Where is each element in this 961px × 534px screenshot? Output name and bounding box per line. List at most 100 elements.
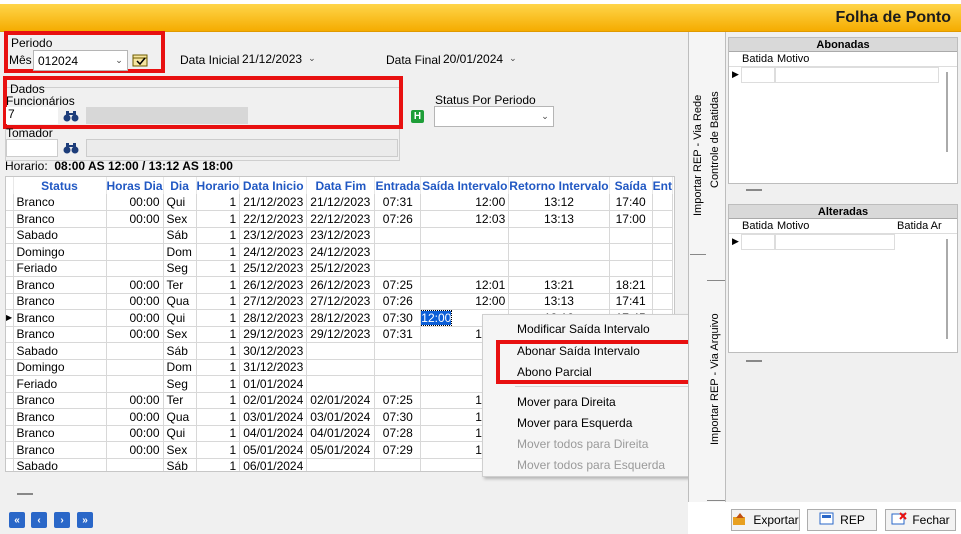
table-row[interactable]: Branco 00:00 Qui 1 21/12/2023 21/12/2023 07:31…	[6, 194, 673, 211]
grid-scroll-stub[interactable]	[17, 493, 33, 495]
cell-dia[interactable]: Qui	[163, 194, 197, 211]
cell-entrada[interactable]	[374, 458, 422, 471]
cell-status[interactable]: Feriado	[13, 260, 107, 277]
col-header-data-inicio[interactable]: Data Inicio	[239, 177, 308, 194]
cell-horas-dia[interactable]	[106, 260, 164, 277]
menu-mover-direita[interactable]: Mover para Direita	[517, 395, 616, 409]
cell-data-inicio[interactable]: 30/12/2023	[239, 342, 308, 360]
cell-data-fim[interactable]	[306, 458, 376, 471]
cell-data-inicio[interactable]: 28/12/2023	[239, 309, 308, 327]
cell-status[interactable]: Branco	[13, 326, 107, 343]
last-page-icon[interactable]: »	[77, 512, 93, 528]
col-header-saida[interactable]: Saída	[609, 177, 653, 194]
cell-ent[interactable]	[652, 293, 673, 310]
cell-horario[interactable]: 1	[196, 359, 241, 376]
cell-horas-dia[interactable]	[106, 375, 164, 393]
alteradas-new-row[interactable]: ▶	[729, 234, 957, 250]
cell-status[interactable]: Branco	[13, 276, 107, 294]
cell-status[interactable]: Branco	[13, 392, 107, 409]
alteradas-scrollbar[interactable]	[946, 239, 948, 339]
cell-dia[interactable]: Dom	[163, 359, 197, 376]
cell-entrada[interactable]: 07:28	[374, 425, 422, 442]
cell-saida-intervalo[interactable]	[420, 227, 510, 244]
cell-data-inicio[interactable]: 01/01/2024	[239, 375, 308, 393]
cell-retorno-intervalo[interactable]: 13:13	[508, 210, 610, 228]
cell-data-fim[interactable]: 04/01/2024	[306, 425, 376, 442]
cell-entrada[interactable]: 07:26	[374, 210, 422, 228]
cell-data-fim[interactable]: 24/12/2023	[306, 243, 376, 261]
cell-status[interactable]: Sabado	[13, 227, 107, 244]
cell-status[interactable]: Branco	[13, 309, 107, 327]
cell-data-fim[interactable]: 29/12/2023	[306, 326, 376, 343]
col-header-horario[interactable]: Horario	[196, 177, 241, 194]
cell-ent[interactable]	[652, 276, 673, 294]
cell-saida[interactable]	[609, 243, 653, 261]
cell-data-inicio[interactable]: 31/12/2023	[239, 359, 308, 376]
cell-entrada[interactable]: 07:26	[374, 293, 422, 310]
col-header-dia[interactable]: Dia	[163, 177, 197, 194]
cell-status[interactable]: Branco	[13, 210, 107, 228]
cell-dia[interactable]: Seg	[163, 260, 197, 277]
cell-data-fim[interactable]: 26/12/2023	[306, 276, 376, 294]
cell-entrada[interactable]: 07:29	[374, 441, 422, 459]
cell-retorno-intervalo[interactable]	[508, 243, 610, 261]
cell-entrada[interactable]	[374, 375, 422, 393]
cell-data-inicio[interactable]: 05/01/2024	[239, 441, 308, 459]
cell-horario[interactable]: 1	[196, 293, 241, 310]
cell-horas-dia[interactable]: 00:00	[106, 441, 164, 459]
table-row[interactable]: Domingo Dom 1 24/12/2023 24/12/2023	[6, 243, 673, 261]
cell-dia[interactable]: Qua	[163, 293, 197, 310]
cell-status[interactable]: Branco	[13, 408, 107, 426]
cell-ent[interactable]	[652, 194, 673, 211]
cell-data-inicio[interactable]: 27/12/2023	[239, 293, 308, 310]
cell-data-inicio[interactable]: 24/12/2023	[239, 243, 308, 261]
cell-data-inicio[interactable]: 26/12/2023	[239, 276, 308, 294]
cell-data-fim[interactable]: 22/12/2023	[306, 210, 376, 228]
cell-horario[interactable]: 1	[196, 243, 241, 261]
cell-retorno-intervalo[interactable]	[508, 227, 610, 244]
selected-cell-text[interactable]: 12:00	[420, 309, 453, 326]
cell-entrada[interactable]: 07:30	[374, 408, 422, 426]
cell-dia[interactable]: Sex	[163, 326, 197, 343]
tab-controle-batidas[interactable]: Controle de Batidas	[709, 91, 721, 188]
status-periodo-select[interactable]: ⌄	[434, 106, 554, 127]
cell-saida[interactable]: 17:00	[609, 210, 653, 228]
cell-horario[interactable]: 1	[196, 375, 241, 393]
first-page-icon[interactable]: «	[9, 512, 25, 528]
cell-data-fim[interactable]	[306, 342, 376, 360]
cell-entrada[interactable]: 07:25	[374, 392, 422, 409]
cell-data-fim[interactable]: 02/01/2024	[306, 392, 376, 409]
cell-entrada[interactable]: 07:31	[374, 326, 422, 343]
cell-entrada[interactable]	[374, 342, 422, 360]
cell-saida[interactable]: 17:41	[609, 293, 653, 310]
cell-retorno-intervalo[interactable]: 13:21	[508, 276, 610, 294]
cell-data-fim[interactable]: 25/12/2023	[306, 260, 376, 277]
cell-horario[interactable]: 1	[196, 408, 241, 426]
table-row[interactable]: Branco 00:00 Sex 1 22/12/2023 22/12/2023 07:26…	[6, 210, 673, 228]
cell-horas-dia[interactable]	[106, 342, 164, 360]
cell-data-inicio[interactable]: 29/12/2023	[239, 326, 308, 343]
cell-entrada[interactable]: 07:31	[374, 194, 422, 211]
exportar-button[interactable]: Exportar	[731, 509, 800, 531]
abonadas-scrollbar[interactable]	[946, 72, 948, 152]
cell-status[interactable]: Branco	[13, 293, 107, 310]
cell-horario[interactable]: 1	[196, 425, 241, 442]
cell-horario[interactable]: 1	[196, 276, 241, 294]
cell-horario[interactable]: 1	[196, 210, 241, 228]
cell-dia[interactable]: Sex	[163, 210, 197, 228]
cell-horario[interactable]: 1	[196, 194, 241, 211]
menu-mover-esquerda[interactable]: Mover para Esquerda	[517, 416, 632, 430]
cell-entrada[interactable]	[374, 243, 422, 261]
alteradas-hscroll[interactable]	[746, 360, 762, 362]
cell-data-inicio[interactable]: 21/12/2023	[239, 194, 308, 211]
cell-horario[interactable]: 1	[196, 260, 241, 277]
cell-horas-dia[interactable]: 00:00	[106, 408, 164, 426]
cell-data-inicio[interactable]: 23/12/2023	[239, 227, 308, 244]
cell-horario[interactable]: 1	[196, 227, 241, 244]
cell-saida-intervalo[interactable]	[420, 260, 510, 277]
cell-saida-intervalo[interactable]: 12:01	[420, 276, 510, 294]
cell-retorno-intervalo[interactable]	[508, 260, 610, 277]
cell-dia[interactable]: Qua	[163, 408, 197, 426]
cell-saida[interactable]	[609, 260, 653, 277]
cell-status[interactable]: Sabado	[13, 458, 107, 471]
